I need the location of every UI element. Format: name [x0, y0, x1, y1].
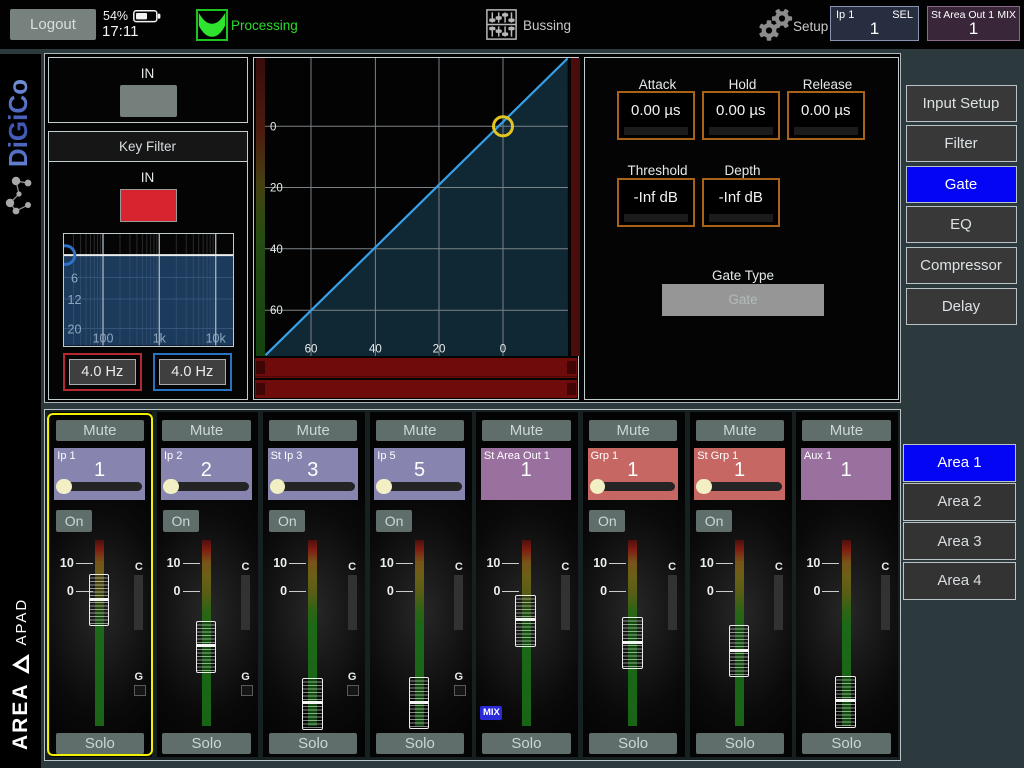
svg-text:10k: 10k [206, 332, 227, 346]
svg-text:0: 0 [270, 121, 276, 133]
svg-text:0: 0 [500, 343, 506, 355]
svg-text:60: 60 [305, 343, 318, 355]
svg-text:6: 6 [71, 272, 78, 286]
svg-text:1k: 1k [153, 332, 167, 346]
svg-text:20: 20 [270, 182, 283, 194]
svg-text:40: 40 [270, 243, 283, 255]
svg-text:20: 20 [68, 323, 82, 337]
svg-text:60: 60 [270, 305, 283, 317]
svg-text:40: 40 [369, 343, 382, 355]
svg-text:12: 12 [68, 293, 82, 307]
svg-text:100: 100 [93, 332, 114, 346]
svg-text:20: 20 [433, 343, 446, 355]
